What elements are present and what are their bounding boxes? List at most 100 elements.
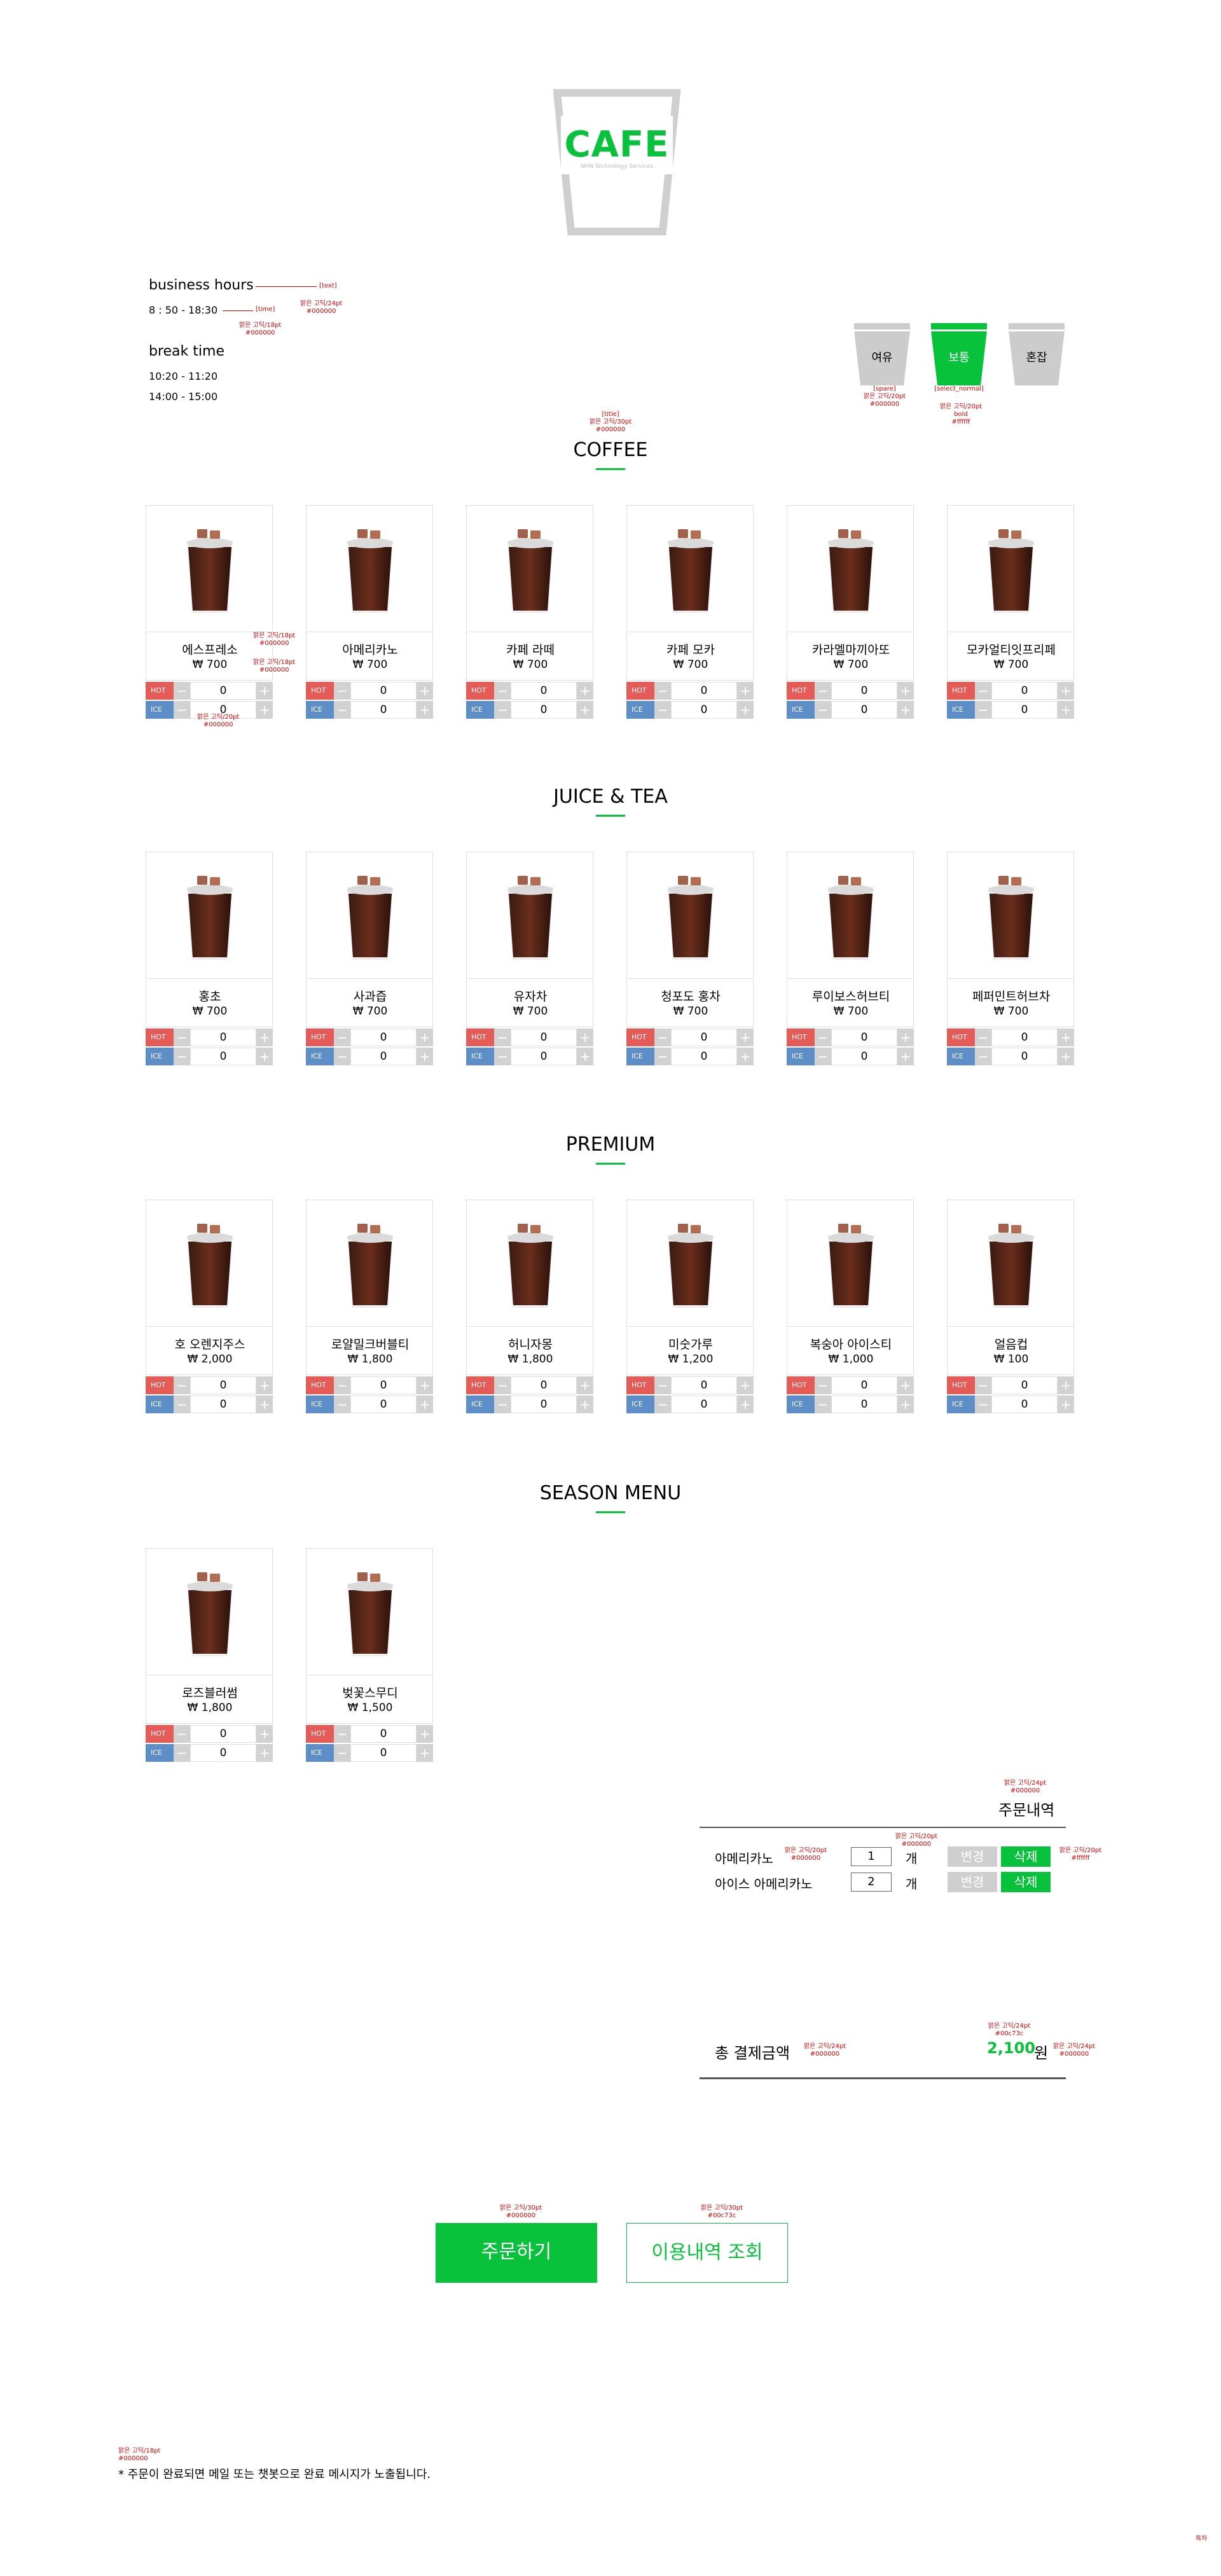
minus-button[interactable]: − [975,1376,991,1394]
plus-button[interactable]: + [1058,1376,1074,1394]
plus-button[interactable]: + [577,701,593,719]
minus-button[interactable]: − [334,1048,350,1065]
ice-qty-input[interactable]: 0 [350,701,417,719]
plus-button[interactable]: + [737,1376,754,1394]
minus-button[interactable]: − [334,682,350,700]
plus-button[interactable]: + [417,1744,433,1762]
ice-qty-input[interactable]: 0 [991,1048,1058,1065]
hot-qty-input[interactable]: 0 [190,1376,256,1394]
ice-qty-input[interactable]: 0 [511,701,577,719]
minus-button[interactable]: − [174,682,190,700]
minus-button[interactable]: − [815,1376,831,1394]
minus-button[interactable]: − [174,1395,190,1413]
plus-button[interactable]: + [256,1376,273,1394]
minus-button[interactable]: − [494,682,511,700]
plus-button[interactable]: + [417,682,433,700]
change-button[interactable]: 변경 [948,1872,997,1892]
ice-qty-input[interactable]: 0 [671,1048,737,1065]
ice-qty-input[interactable]: 0 [350,1744,417,1762]
ice-qty-input[interactable]: 0 [190,1744,256,1762]
order-qty-input[interactable]: 2 [851,1873,892,1892]
minus-button[interactable]: − [334,1376,350,1394]
order-button[interactable]: 주문하기 [436,2223,597,2283]
ice-qty-input[interactable]: 0 [190,1395,256,1413]
ice-qty-input[interactable]: 0 [671,1395,737,1413]
ice-qty-input[interactable]: 0 [671,701,737,719]
plus-button[interactable]: + [417,1395,433,1413]
minus-button[interactable]: − [975,701,991,719]
hot-qty-input[interactable]: 0 [350,682,417,700]
plus-button[interactable]: + [417,1376,433,1394]
plus-button[interactable]: + [256,1744,273,1762]
minus-button[interactable]: − [334,1725,350,1743]
ice-qty-input[interactable]: 0 [831,701,897,719]
ice-qty-input[interactable]: 0 [831,1048,897,1065]
minus-button[interactable]: − [334,701,350,719]
hot-qty-input[interactable]: 0 [350,1725,417,1743]
minus-button[interactable]: − [494,1376,511,1394]
plus-button[interactable]: + [577,1028,593,1046]
plus-button[interactable]: + [417,1028,433,1046]
minus-button[interactable]: − [334,1028,350,1046]
plus-button[interactable]: + [1058,682,1074,700]
minus-button[interactable]: − [815,1048,831,1065]
plus-button[interactable]: + [897,1395,914,1413]
plus-button[interactable]: + [737,701,754,719]
crowd-busy-cup[interactable]: 혼잡 [1006,321,1067,388]
plus-button[interactable]: + [256,1725,273,1743]
plus-button[interactable]: + [577,1048,593,1065]
plus-button[interactable]: + [1058,701,1074,719]
minus-button[interactable]: − [174,701,190,719]
plus-button[interactable]: + [897,701,914,719]
plus-button[interactable]: + [1058,1028,1074,1046]
plus-button[interactable]: + [737,1048,754,1065]
hot-qty-input[interactable]: 0 [991,1028,1058,1046]
plus-button[interactable]: + [737,1395,754,1413]
hot-qty-input[interactable]: 0 [190,1028,256,1046]
plus-button[interactable]: + [897,682,914,700]
minus-button[interactable]: − [494,1048,511,1065]
hot-qty-input[interactable]: 0 [671,1028,737,1046]
minus-button[interactable]: − [815,1028,831,1046]
plus-button[interactable]: + [897,1048,914,1065]
plus-button[interactable]: + [417,1048,433,1065]
hot-qty-input[interactable]: 0 [511,1376,577,1394]
hot-qty-input[interactable]: 0 [991,682,1058,700]
minus-button[interactable]: − [494,1028,511,1046]
hot-qty-input[interactable]: 0 [671,1376,737,1394]
hot-qty-input[interactable]: 0 [190,682,256,700]
plus-button[interactable]: + [417,1725,433,1743]
ice-qty-input[interactable]: 0 [991,1395,1058,1413]
minus-button[interactable]: − [975,682,991,700]
minus-button[interactable]: − [654,1376,671,1394]
plus-button[interactable]: + [737,1028,754,1046]
minus-button[interactable]: − [654,1048,671,1065]
plus-button[interactable]: + [256,701,273,719]
delete-button[interactable]: 삭제 [1001,1846,1051,1867]
minus-button[interactable]: − [975,1048,991,1065]
ice-qty-input[interactable]: 0 [511,1395,577,1413]
plus-button[interactable]: + [577,1395,593,1413]
hot-qty-input[interactable]: 0 [511,682,577,700]
ice-qty-input[interactable]: 0 [831,1395,897,1413]
ice-qty-input[interactable]: 0 [991,701,1058,719]
ice-qty-input[interactable]: 0 [190,1048,256,1065]
minus-button[interactable]: − [815,682,831,700]
minus-button[interactable]: − [815,701,831,719]
minus-button[interactable]: − [494,1395,511,1413]
minus-button[interactable]: − [654,1395,671,1413]
plus-button[interactable]: + [577,682,593,700]
minus-button[interactable]: − [494,701,511,719]
minus-button[interactable]: − [174,1725,190,1743]
plus-button[interactable]: + [1058,1395,1074,1413]
plus-button[interactable]: + [897,1376,914,1394]
plus-button[interactable]: + [1058,1048,1074,1065]
hot-qty-input[interactable]: 0 [831,682,897,700]
hot-qty-input[interactable]: 0 [991,1376,1058,1394]
change-button[interactable]: 변경 [948,1846,997,1867]
plus-button[interactable]: + [256,1028,273,1046]
minus-button[interactable]: − [174,1028,190,1046]
order-qty-input[interactable]: 1 [851,1847,892,1866]
hot-qty-input[interactable]: 0 [511,1028,577,1046]
minus-button[interactable]: − [334,1395,350,1413]
